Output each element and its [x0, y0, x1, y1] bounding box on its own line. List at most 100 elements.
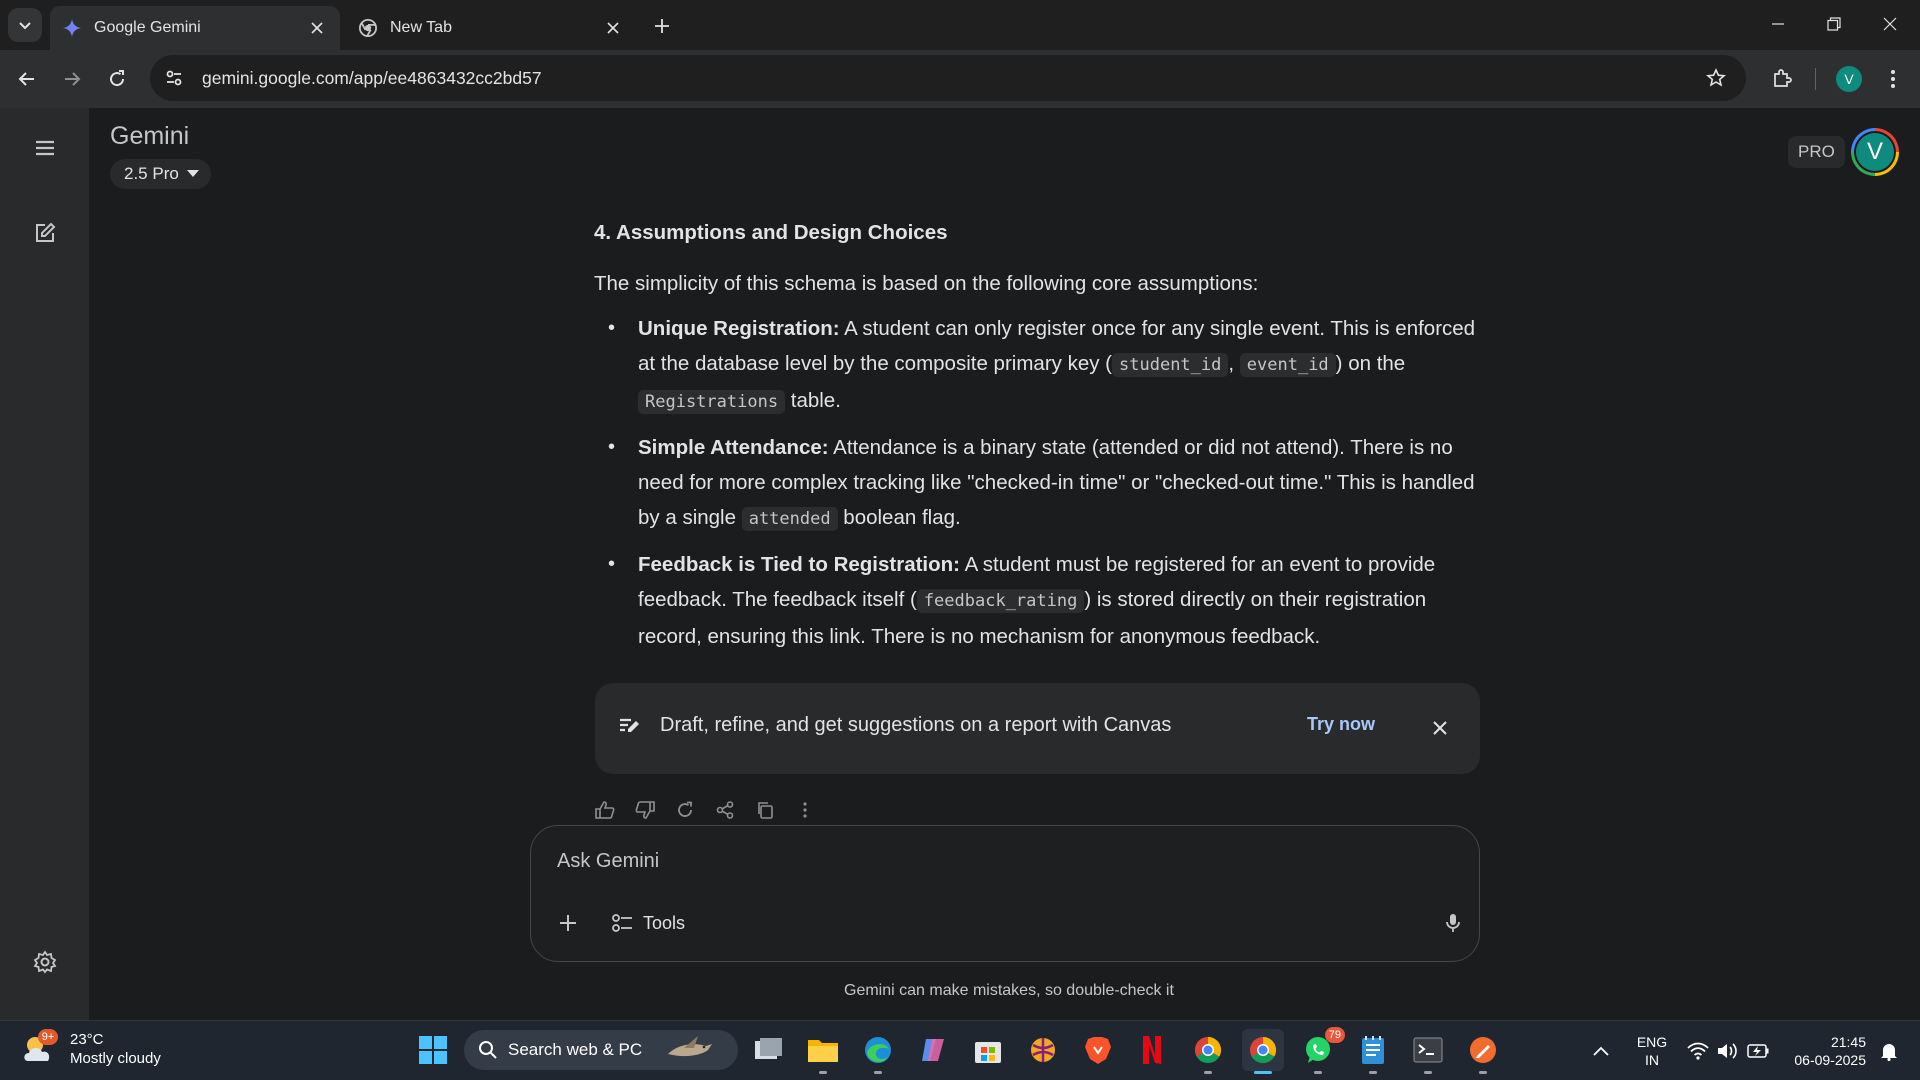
taskbar-whatsapp[interactable]: 79 — [1297, 1027, 1345, 1074]
globe-app-icon — [1031, 1038, 1055, 1062]
forward-button[interactable] — [56, 63, 88, 95]
folder-icon — [808, 1040, 838, 1062]
clock-date: 06-09-2025 — [1794, 1052, 1866, 1068]
chevron-down-icon — [19, 22, 31, 30]
settings-button[interactable] — [24, 941, 66, 983]
arrow-left-icon — [18, 72, 34, 86]
back-button[interactable] — [11, 63, 43, 95]
language-code: ENG — [1636, 1034, 1668, 1050]
taskbar-app-orange[interactable] — [1462, 1029, 1504, 1074]
battery-charging-icon — [1747, 1044, 1769, 1058]
tools-label: Tools — [643, 912, 686, 933]
system-clock[interactable]: 21:45 06-09-2025 — [1780, 1033, 1866, 1069]
plus-icon — [560, 915, 576, 931]
item-text: ) on the — [1335, 352, 1406, 375]
arrow-right-icon — [65, 72, 81, 86]
item-text: , — [1228, 352, 1240, 375]
taskbar-file-explorer[interactable] — [802, 1029, 844, 1074]
extensions-button[interactable] — [1765, 62, 1799, 96]
more-options-button[interactable] — [785, 796, 825, 824]
language-indicator[interactable]: ENG IN — [1632, 1033, 1672, 1069]
taskbar-chrome-active[interactable] — [1242, 1029, 1284, 1074]
dismiss-canvas-button[interactable] — [1427, 715, 1453, 741]
account-avatar[interactable]: V — [1851, 128, 1899, 176]
wifi-status[interactable] — [1684, 1021, 1712, 1080]
microphone-button[interactable] — [1436, 906, 1470, 940]
taskbar-notepad[interactable] — [1352, 1029, 1394, 1074]
close-tab-icon[interactable] — [306, 17, 328, 39]
add-files-button[interactable] — [551, 906, 585, 940]
bookmark-button[interactable] — [1696, 58, 1736, 98]
tools-button[interactable]: Tools — [611, 906, 685, 940]
restore-button[interactable] — [1806, 0, 1862, 48]
close-window-button[interactable] — [1862, 0, 1918, 48]
taskbar-edge[interactable] — [857, 1029, 899, 1074]
tab-search-button[interactable] — [8, 8, 42, 42]
address-bar[interactable]: gemini.google.com/app/ee4863432cc2bd57 — [150, 55, 1746, 101]
chrome-icon — [1194, 1036, 1222, 1064]
inline-code: student_id — [1112, 353, 1229, 377]
taskbar-brave[interactable] — [1077, 1029, 1119, 1071]
windows-taskbar: 9+ 23°C Mostly cloudy Search web & PC 79… — [0, 1020, 1920, 1080]
pro-badge[interactable]: PRO — [1788, 136, 1845, 168]
tab-google-gemini[interactable]: Google Gemini — [50, 6, 340, 50]
thumbs-up-button[interactable] — [585, 796, 625, 824]
reload-icon — [110, 70, 125, 87]
main-menu-button[interactable] — [24, 127, 66, 169]
taskbar-copilot[interactable] — [912, 1029, 954, 1071]
battery-status[interactable] — [1744, 1021, 1772, 1080]
volume-status[interactable] — [1714, 1021, 1742, 1080]
taskbar-app-globe[interactable] — [1022, 1029, 1064, 1071]
chrome-icon — [1250, 1036, 1277, 1064]
item-text: boolean flag. — [837, 506, 961, 529]
puzzle-icon — [1774, 69, 1792, 87]
item-text: table. — [785, 389, 841, 412]
url-text[interactable]: gemini.google.com/app/ee4863432cc2bd57 — [202, 68, 1696, 89]
weather-widget[interactable]: 9+ 23°C Mostly cloudy — [20, 1029, 161, 1069]
side-rail — [0, 108, 89, 1020]
tab-title: Google Gemini — [94, 19, 201, 36]
taskbar-netflix[interactable] — [1131, 1029, 1173, 1071]
refresh-icon — [678, 801, 692, 817]
reload-button[interactable] — [101, 63, 133, 95]
minimize-button[interactable] — [1750, 0, 1806, 48]
site-info-button[interactable] — [154, 58, 194, 98]
share-button[interactable] — [705, 796, 745, 824]
inline-code: feedback_rating — [916, 589, 1085, 613]
thumbs-down-button[interactable] — [625, 796, 665, 824]
new-chat-button[interactable] — [24, 212, 66, 254]
app-title: Gemini — [110, 122, 190, 150]
taskbar-search[interactable]: Search web & PC — [464, 1030, 738, 1070]
toolbar-divider — [1815, 68, 1816, 90]
close-tab-icon[interactable] — [602, 17, 624, 39]
prompt-input[interactable]: Ask Gemini — [557, 850, 659, 873]
new-tab-button[interactable] — [648, 12, 676, 40]
disclaimer-text: Gemini can make mistakes, so double-chec… — [844, 982, 1174, 999]
edit-square-icon — [36, 222, 56, 242]
taskbar-microsoft-store[interactable] — [967, 1029, 1009, 1071]
notifications-button[interactable] — [1874, 1021, 1904, 1080]
taskbar-task-view[interactable] — [748, 1029, 790, 1071]
taskbar-terminal[interactable] — [1407, 1029, 1449, 1074]
tab-new-tab[interactable]: New Tab — [346, 6, 636, 50]
try-now-button[interactable]: Try now — [1307, 714, 1375, 735]
share-icon — [716, 801, 734, 819]
start-button[interactable] — [414, 1031, 452, 1069]
restore-icon — [1827, 17, 1841, 31]
copilot-icon — [922, 1039, 944, 1061]
weather-temperature: 23°C — [70, 1031, 104, 1048]
copy-button[interactable] — [745, 796, 785, 824]
task-view-icon — [755, 1038, 782, 1059]
item-title: Feedback is Tied to Registration: — [638, 553, 960, 576]
terminal-icon — [1413, 1037, 1443, 1063]
inline-code: Registrations — [638, 390, 786, 414]
browser-profile-avatar[interactable]: V — [1836, 66, 1862, 92]
list-item: Simple Attendance: Attendance is a binar… — [594, 430, 1479, 537]
browser-menu-button[interactable] — [1878, 62, 1908, 96]
regenerate-button[interactable] — [665, 796, 705, 824]
show-hidden-icons-button[interactable] — [1586, 1021, 1616, 1080]
hamburger-menu-icon — [36, 140, 54, 156]
notepad-icon — [1362, 1036, 1384, 1064]
model-selector[interactable]: 2.5 Pro — [110, 159, 211, 189]
taskbar-chrome-profile[interactable] — [1187, 1029, 1229, 1074]
